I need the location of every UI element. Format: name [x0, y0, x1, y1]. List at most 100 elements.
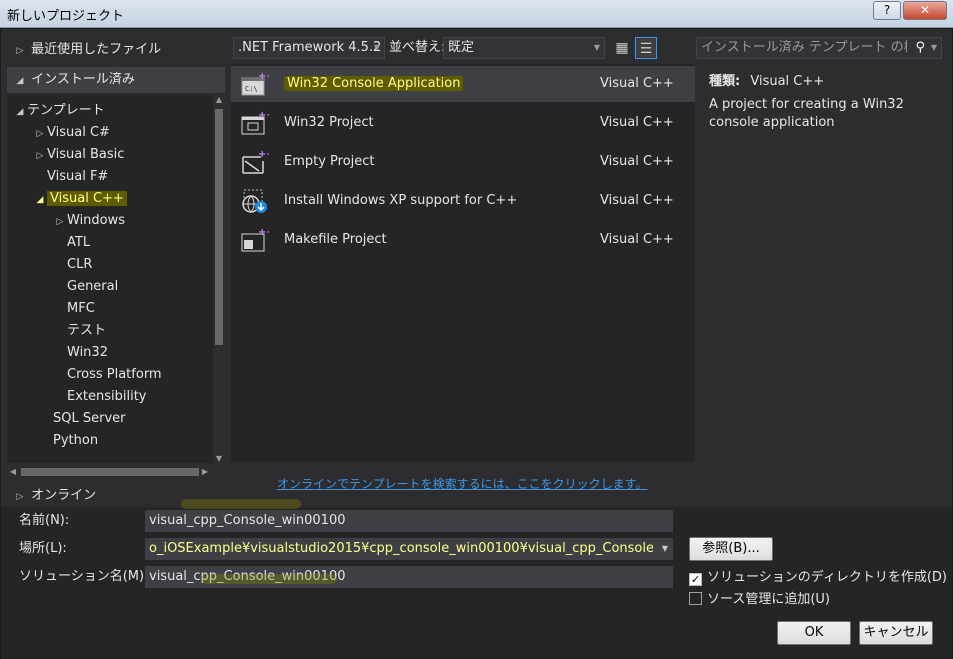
template-list: C:\ ++ Win32 Console Application Visual … — [231, 64, 695, 462]
tree-item-label: SQL Server — [53, 411, 126, 426]
tree-item-visual-fsharp[interactable]: Visual F# — [33, 166, 108, 188]
scroll-left-icon[interactable]: ◀ — [7, 465, 19, 479]
cancel-button[interactable]: キャンセル — [859, 621, 933, 645]
sort-label: 並べ替え: — [389, 40, 446, 55]
template-language: Visual C++ — [600, 232, 674, 247]
template-name: Empty Project — [284, 154, 375, 169]
tree-item-label: CLR — [67, 257, 93, 272]
collapse-arrow-icon: ◢ — [36, 195, 44, 205]
highlighter-stroke — [181, 499, 301, 509]
template-name: Win32 Project — [284, 115, 374, 130]
ok-button[interactable]: OK — [777, 621, 851, 645]
tree-item-clr[interactable]: CLR — [67, 254, 92, 276]
tree-item-label: Visual F# — [47, 169, 109, 184]
recent-files-node[interactable]: ▷ 最近使用したファイル — [13, 39, 162, 61]
tree-item-test[interactable]: テスト — [67, 320, 106, 342]
tree-item-label: テスト — [67, 323, 107, 338]
tree-item-label: Windows — [67, 213, 126, 228]
list-view-icon[interactable]: ☰ — [635, 37, 657, 59]
win32-project-icon: ++ — [241, 110, 269, 135]
type-value: Visual C++ — [750, 74, 825, 89]
sort-dropdown[interactable]: 既定 ▼ — [443, 37, 605, 59]
installed-label: インストール済み — [31, 72, 135, 87]
chevron-down-icon[interactable]: ▼ — [931, 38, 937, 58]
template-description: A project for creating a Win32 console a… — [709, 97, 904, 130]
svg-text:++: ++ — [258, 71, 269, 82]
scroll-thumb[interactable] — [215, 109, 223, 345]
tree-item-extensibility[interactable]: Extensibility — [67, 386, 147, 408]
project-name-field[interactable]: visual_cpp_Console_win00100 — [145, 510, 673, 532]
chevron-down-icon: ▼ — [373, 43, 380, 52]
template-item-makefile-project[interactable]: ++ Makefile Project Visual C++ — [231, 222, 695, 258]
tree-horizontal-scrollbar[interactable]: ◀ ▶ — [7, 465, 213, 479]
template-search-input[interactable]: インストール済み テンプレート の検索 (Ctrl+E) ⚲ ▼ — [696, 37, 942, 59]
tree-item-label: テンプレート — [27, 103, 105, 118]
makefile-project-icon: ++ — [241, 227, 269, 252]
scroll-thumb[interactable] — [21, 468, 199, 476]
collapse-arrow-icon: ◢ — [16, 107, 24, 117]
online-search-link[interactable]: オンラインでテンプレートを検索するには、ここをクリックします。 — [277, 475, 647, 492]
tree-item-cross-platform[interactable]: Cross Platform — [67, 364, 162, 386]
scroll-up-icon[interactable]: ▲ — [213, 95, 225, 104]
scroll-right-icon[interactable]: ▶ — [199, 465, 211, 479]
tree-item-mfc[interactable]: MFC — [67, 298, 95, 320]
project-name-value: visual_cpp_Console_win00100 — [149, 513, 346, 528]
tree-item-atl[interactable]: ATL — [67, 232, 90, 254]
console-app-icon: C:\ ++ — [241, 71, 269, 96]
framework-value: .NET Framework 4.5.2 — [238, 40, 382, 55]
template-language: Visual C++ — [600, 76, 674, 91]
add-to-source-control-checkbox[interactable]: ソース管理に追加(U) — [689, 591, 830, 609]
help-button[interactable]: ? — [873, 1, 901, 20]
framework-dropdown[interactable]: .NET Framework 4.5.2 ▼ — [233, 37, 385, 59]
install-xp-support-icon — [242, 189, 267, 213]
template-item-win32-console[interactable]: C:\ ++ Win32 Console Application Visual … — [231, 66, 695, 102]
installed-node[interactable]: ◢ インストール済み — [7, 67, 225, 93]
template-tree: ◢ テンプレート ▷ Visual C# ▷ Visual Basic Visual … — [7, 95, 225, 463]
close-button[interactable]: ✕ — [903, 1, 947, 20]
tree-item-visual-basic[interactable]: ▷ Visual Basic — [33, 144, 125, 166]
template-name: Install Windows XP support for C++ — [284, 193, 518, 208]
tree-item-general[interactable]: General — [67, 276, 118, 298]
create-directory-label: ソリューションのディレクトリを作成(D) — [707, 570, 947, 585]
tree-item-label: Win32 — [67, 345, 108, 360]
template-item-install-xp-support[interactable]: Install Windows XP support for C++ Visua… — [231, 183, 695, 219]
window-title: 新しいプロジェクト — [7, 9, 125, 24]
svg-text:++: ++ — [258, 227, 269, 238]
template-name-text: Win32 Console Application — [284, 76, 464, 91]
checkmark-icon: ✓ — [689, 573, 702, 586]
tree-item-visual-cpp[interactable]: ◢ Visual C++ — [33, 188, 127, 210]
template-item-empty-project[interactable]: ++ Empty Project Visual C++ — [231, 144, 695, 180]
new-project-dialog: ▷ 最近使用したファイル ◢ インストール済み ◢ テンプレート ▷ Visual … — [0, 28, 953, 659]
location-value: o_iOSExample¥visualstudio2015¥cpp_consol… — [149, 541, 653, 556]
expand-arrow-icon: ▷ — [36, 151, 44, 161]
svg-text:C:\: C:\ — [245, 85, 258, 93]
svg-text:++: ++ — [258, 149, 269, 160]
tree-item-python[interactable]: Python — [53, 430, 98, 452]
tree-item-win32[interactable]: Win32 — [67, 342, 108, 364]
search-icon[interactable]: ⚲ — [915, 38, 925, 58]
tree-item-label: General — [67, 279, 119, 294]
tree-item-label: Visual Basic — [47, 147, 125, 162]
tree-item-sql-server[interactable]: SQL Server — [53, 408, 126, 430]
collapse-arrow-icon: ◢ — [16, 76, 24, 86]
template-name: Win32 Console Application — [284, 66, 464, 102]
browse-button[interactable]: 参照(B)... — [689, 537, 773, 561]
tree-item-templates[interactable]: ◢ テンプレート — [13, 100, 105, 122]
online-node[interactable]: ▷ オンライン — [13, 485, 97, 507]
svg-text:++: ++ — [258, 110, 269, 121]
tree-item-visual-csharp[interactable]: ▷ Visual C# — [33, 122, 110, 144]
tree-item-label: Visual C++ — [47, 191, 127, 206]
location-dropdown[interactable]: o_iOSExample¥visualstudio2015¥cpp_consol… — [145, 538, 673, 560]
tree-item-windows[interactable]: ▷ Windows — [53, 210, 126, 232]
highlighter-stroke — [201, 574, 337, 584]
template-language: Visual C++ — [600, 154, 674, 169]
template-type: 種類: Visual C++ — [709, 70, 824, 89]
small-icons-view-icon[interactable]: ▦ — [611, 37, 633, 59]
tree-vertical-scrollbar[interactable]: ▲ ▼ — [213, 95, 225, 463]
create-directory-checkbox[interactable]: ✓ ソリューションのディレクトリを作成(D) — [689, 569, 947, 587]
expand-arrow-icon: ▷ — [16, 46, 24, 56]
template-item-win32-project[interactable]: ++ Win32 Project Visual C++ — [231, 105, 695, 141]
scroll-down-icon[interactable]: ▼ — [213, 454, 225, 463]
template-language: Visual C++ — [600, 193, 674, 208]
tree-item-label: Python — [53, 433, 99, 448]
